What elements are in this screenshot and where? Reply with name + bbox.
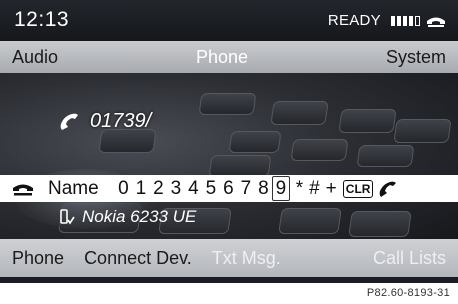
call-icon[interactable] (378, 180, 398, 198)
clock: 12:13 (14, 8, 70, 31)
connected-phone-icon (60, 209, 75, 225)
signal-strength-icon (391, 15, 420, 26)
number-speller: Name 0 1 2 3 4 5 6 7 8 9 * # + CLR (0, 175, 458, 202)
menu-audio[interactable]: Audio (12, 47, 58, 68)
digit-3[interactable]: 3 (167, 178, 185, 200)
name-option[interactable]: Name (48, 178, 99, 200)
digit-8[interactable]: 8 (255, 178, 273, 200)
device-name: Nokia 6233 UE (82, 207, 197, 226)
figure-caption: P82.60-8193-31 (366, 287, 450, 299)
bottom-menu-phone[interactable]: Phone (12, 248, 64, 269)
connected-device-row: Nokia 6233 UE (58, 207, 196, 227)
call-handset-icon (60, 113, 78, 130)
digit-0[interactable]: 0 (115, 178, 133, 200)
status-area: READY (328, 12, 446, 29)
top-menu: Audio Phone System (0, 41, 458, 73)
digit-4[interactable]: 4 (185, 178, 203, 200)
clear-button[interactable]: CLR (342, 179, 374, 198)
digit-9-selected[interactable]: 9 (272, 176, 290, 201)
digit-5[interactable]: 5 (202, 178, 220, 200)
handset-icon (427, 17, 445, 27)
digit-6[interactable]: 6 (220, 178, 238, 200)
status-bar: 12:13 READY (0, 0, 458, 41)
dialed-number-row: 01739/ (58, 110, 151, 133)
status-text: READY (327, 12, 381, 29)
plus-key[interactable]: + (326, 178, 337, 200)
bottom-menu-call-lists[interactable]: Call Lists (373, 248, 446, 269)
menu-phone[interactable]: Phone (196, 47, 248, 68)
digit-1[interactable]: 1 (132, 178, 150, 200)
hash-key[interactable]: # (309, 178, 320, 200)
digit-2[interactable]: 2 (150, 178, 168, 200)
bottom-menu: Phone Connect Dev. Txt Msg. Call Lists (0, 239, 458, 277)
digit-7[interactable]: 7 (237, 178, 255, 200)
menu-system[interactable]: System (386, 47, 446, 68)
end-call-icon[interactable] (12, 180, 34, 198)
dialed-number: 01739/ (90, 110, 152, 132)
bottom-menu-connect-device[interactable]: Connect Dev. (84, 248, 192, 269)
head-unit-screen: 12:13 READY Audio Phone System 01739/ Na… (0, 0, 458, 283)
bottom-menu-text-messages[interactable]: Txt Msg. (212, 248, 281, 269)
star-key[interactable]: * (296, 178, 303, 200)
